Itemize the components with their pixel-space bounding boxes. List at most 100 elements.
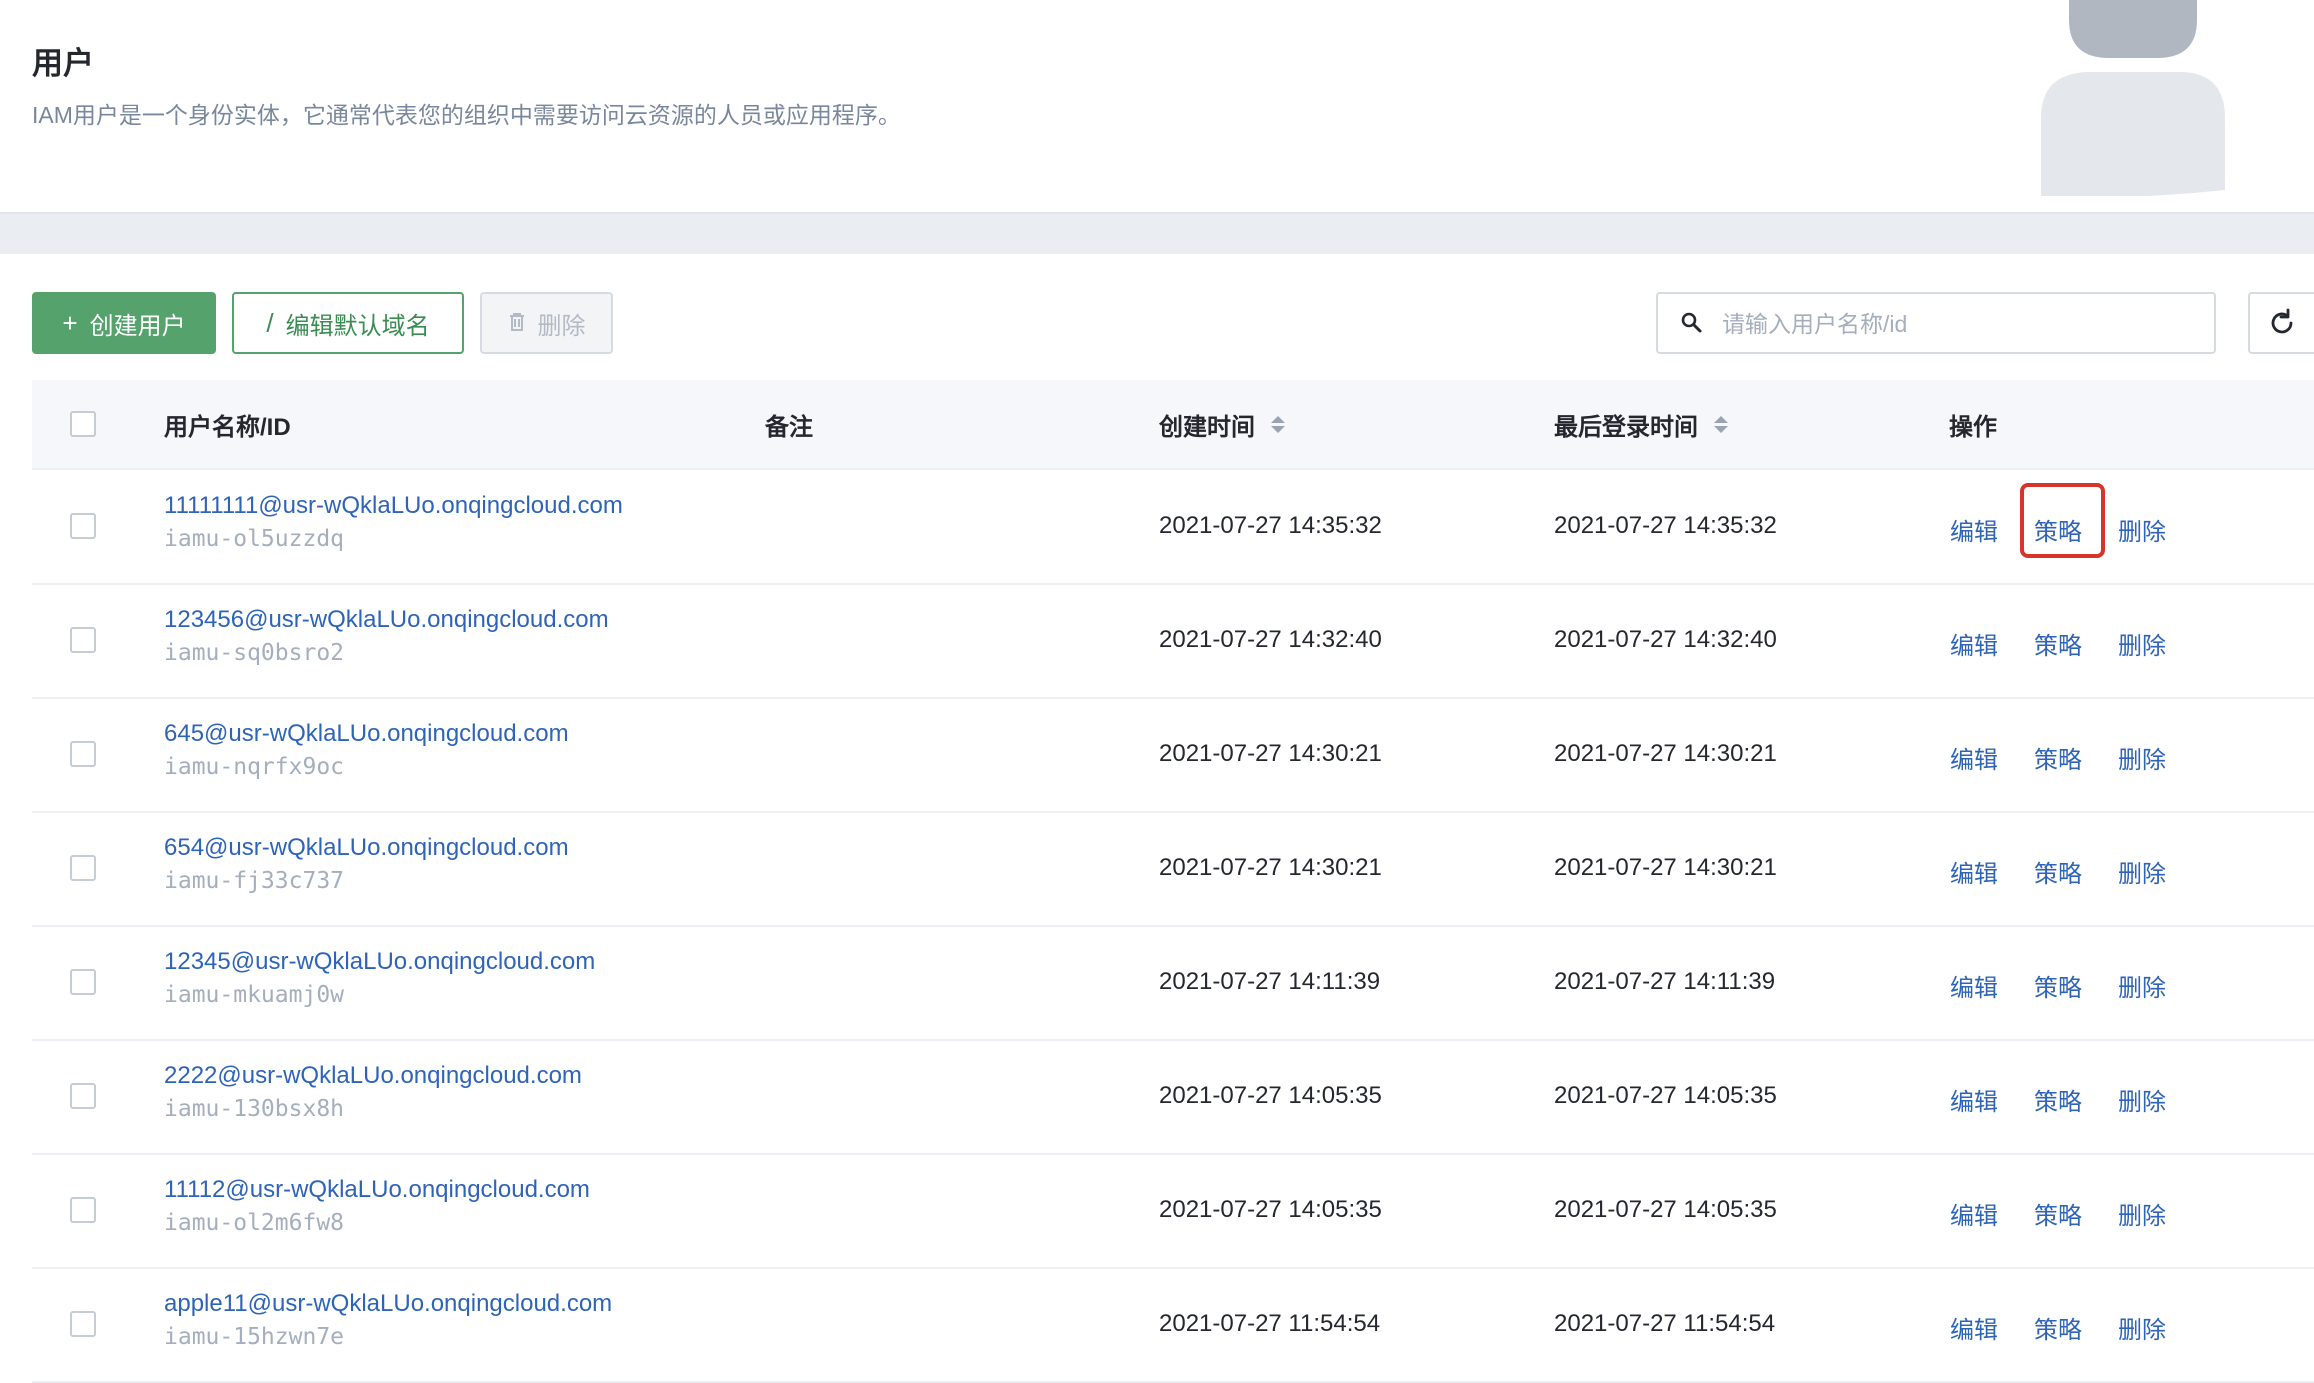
user-name-link[interactable]: 2222@usr-wQklaLUo.onqingcloud.com	[164, 1062, 582, 1090]
last-login-time: 2021-07-27 14:11:39	[1554, 968, 1776, 995]
table-row: 2222@usr-wQklaLUo.onqingcloud.com iamu-13…	[32, 1040, 2314, 1155]
user-id: iamu-130bsx8h	[164, 1096, 345, 1122]
edit-link[interactable]: 编辑	[1950, 1082, 1998, 1117]
edit-link[interactable]: 编辑	[1950, 968, 1998, 1003]
created-time: 2021-07-27 14:30:21	[1159, 740, 1382, 767]
trash-icon	[508, 308, 526, 339]
table-row: apple11@usr-wQklaLUo.onqingcloud.com iamu…	[32, 1268, 2314, 1383]
delete-link[interactable]: 删除	[2118, 1082, 2166, 1117]
column-header-name: 用户名称/ID	[164, 413, 291, 441]
row-checkbox[interactable]	[70, 627, 96, 653]
user-id: iamu-fj33c737	[164, 868, 345, 894]
refresh-button[interactable]	[2248, 292, 2314, 354]
create-user-button[interactable]: + 创建用户	[32, 292, 216, 354]
column-header-remark: 备注	[765, 413, 813, 441]
user-avatar-illustration	[2041, 0, 2225, 196]
row-checkbox[interactable]	[70, 1197, 96, 1223]
edit-link[interactable]: 编辑	[1950, 1310, 1998, 1345]
policy-link[interactable]: 策略	[2034, 854, 2082, 889]
table-row: 12345@usr-wQklaLUo.onqingcloud.com iamu-m…	[32, 926, 2314, 1041]
delete-link[interactable]: 删除	[2118, 1310, 2166, 1345]
delete-link[interactable]: 删除	[2118, 854, 2166, 889]
created-time: 2021-07-27 14:32:40	[1159, 626, 1382, 653]
policy-highlight-box	[2020, 483, 2105, 558]
edit-link[interactable]: 编辑	[1950, 1196, 1998, 1231]
row-checkbox[interactable]	[70, 1311, 96, 1337]
search-box	[1656, 292, 2216, 354]
pencil-icon: /	[266, 307, 274, 338]
user-id: iamu-15hzwn7e	[164, 1324, 345, 1350]
sort-icon[interactable]	[1714, 415, 1728, 433]
column-header-last-login[interactable]: 最后登录时间	[1554, 380, 1728, 468]
policy-link[interactable]: 策略	[2034, 1196, 2082, 1231]
edit-link[interactable]: 编辑	[1950, 512, 1998, 547]
last-login-time: 2021-07-27 14:30:21	[1554, 740, 1777, 767]
created-time: 2021-07-27 14:05:35	[1159, 1196, 1382, 1223]
delete-link[interactable]: 删除	[2118, 512, 2166, 547]
user-id: iamu-ol5uzzdq	[164, 526, 345, 552]
user-name-link[interactable]: 12345@usr-wQklaLUo.onqingcloud.com	[164, 948, 595, 976]
created-time: 2021-07-27 14:30:21	[1159, 854, 1382, 881]
edit-default-domain-button[interactable]: / 编辑默认域名	[232, 292, 464, 354]
row-checkbox[interactable]	[70, 1083, 96, 1109]
column-header-actions: 操作	[1949, 413, 1997, 441]
section-divider	[0, 212, 2314, 254]
last-login-time: 2021-07-27 14:30:21	[1554, 854, 1777, 881]
last-login-time: 2021-07-27 14:32:40	[1554, 626, 1777, 653]
delete-link[interactable]: 删除	[2118, 740, 2166, 775]
search-icon	[1680, 311, 1704, 340]
create-user-label: 创建用户	[89, 312, 186, 340]
user-id: iamu-sq0bsro2	[164, 640, 345, 666]
page-title: 用户	[32, 46, 94, 81]
user-id: iamu-nqrfx9oc	[164, 754, 345, 780]
table-row: 645@usr-wQklaLUo.onqingcloud.com iamu-nqr…	[32, 698, 2314, 813]
table-row: 11111111@usr-wQklaLUo.onqingcloud.com iam…	[32, 470, 2314, 585]
table-row: 654@usr-wQklaLUo.onqingcloud.com iamu-fj3…	[32, 812, 2314, 927]
created-time: 2021-07-27 14:11:39	[1159, 968, 1381, 995]
delete-link[interactable]: 删除	[2118, 626, 2166, 661]
user-name-link[interactable]: 11112@usr-wQklaLUo.onqingcloud.com	[164, 1176, 590, 1204]
delete-link[interactable]: 删除	[2118, 968, 2166, 1003]
policy-link[interactable]: 策略	[2034, 626, 2082, 661]
table-row: 123456@usr-wQklaLUo.onqingcloud.com iamu-…	[32, 584, 2314, 699]
created-time: 2021-07-27 14:05:35	[1159, 1082, 1382, 1109]
row-checkbox[interactable]	[70, 855, 96, 881]
search-input[interactable]	[1720, 302, 2204, 346]
policy-link[interactable]: 策略	[2034, 1310, 2082, 1345]
row-checkbox[interactable]	[70, 513, 96, 539]
policy-link[interactable]: 策略	[2034, 968, 2082, 1003]
table-header: 用户名称/ID 备注 创建时间 最后登录时间 操作	[32, 380, 2314, 470]
select-all-checkbox[interactable]	[70, 411, 96, 437]
refresh-icon	[2271, 308, 2293, 334]
edit-link[interactable]: 编辑	[1950, 626, 1998, 661]
row-checkbox[interactable]	[70, 969, 96, 995]
user-name-link[interactable]: 11111111@usr-wQklaLUo.onqingcloud.com	[164, 492, 623, 520]
user-name-link[interactable]: apple11@usr-wQklaLUo.onqingcloud.com	[164, 1290, 612, 1318]
user-id: iamu-ol2m6fw8	[164, 1210, 345, 1236]
column-header-last-login-label: 最后登录时间	[1554, 413, 1698, 441]
policy-link[interactable]: 策略	[2034, 1082, 2082, 1117]
policy-link[interactable]: 策略	[2034, 740, 2082, 775]
created-time: 2021-07-27 14:35:32	[1159, 512, 1382, 539]
sort-icon[interactable]	[1271, 415, 1285, 433]
last-login-time: 2021-07-27 14:05:35	[1554, 1082, 1777, 1109]
user-name-link[interactable]: 123456@usr-wQklaLUo.onqingcloud.com	[164, 606, 609, 634]
edit-link[interactable]: 编辑	[1950, 854, 1998, 889]
delete-label: 删除	[537, 312, 586, 340]
column-header-created[interactable]: 创建时间	[1159, 380, 1285, 468]
edit-link[interactable]: 编辑	[1950, 740, 1998, 775]
user-id: iamu-mkuamj0w	[164, 982, 345, 1008]
page-header: 用户 IAM用户是一个身份实体，它通常代表您的组织中需要访问云资源的人员或应用程…	[0, 0, 2314, 212]
edit-default-domain-label: 编辑默认域名	[285, 312, 430, 340]
user-name-link[interactable]: 645@usr-wQklaLUo.onqingcloud.com	[164, 720, 569, 748]
delete-link[interactable]: 删除	[2118, 1196, 2166, 1231]
delete-button[interactable]: 删除	[480, 292, 613, 354]
row-checkbox[interactable]	[70, 741, 96, 767]
page-description: IAM用户是一个身份实体，它通常代表您的组织中需要访问云资源的人员或应用程序。	[32, 102, 901, 128]
user-name-link[interactable]: 654@usr-wQklaLUo.onqingcloud.com	[164, 834, 569, 862]
last-login-time: 2021-07-27 14:35:32	[1554, 512, 1777, 539]
created-time: 2021-07-27 11:54:54	[1159, 1310, 1381, 1337]
plus-icon: +	[62, 307, 78, 338]
column-header-created-label: 创建时间	[1159, 413, 1255, 441]
last-login-time: 2021-07-27 14:05:35	[1554, 1196, 1777, 1223]
